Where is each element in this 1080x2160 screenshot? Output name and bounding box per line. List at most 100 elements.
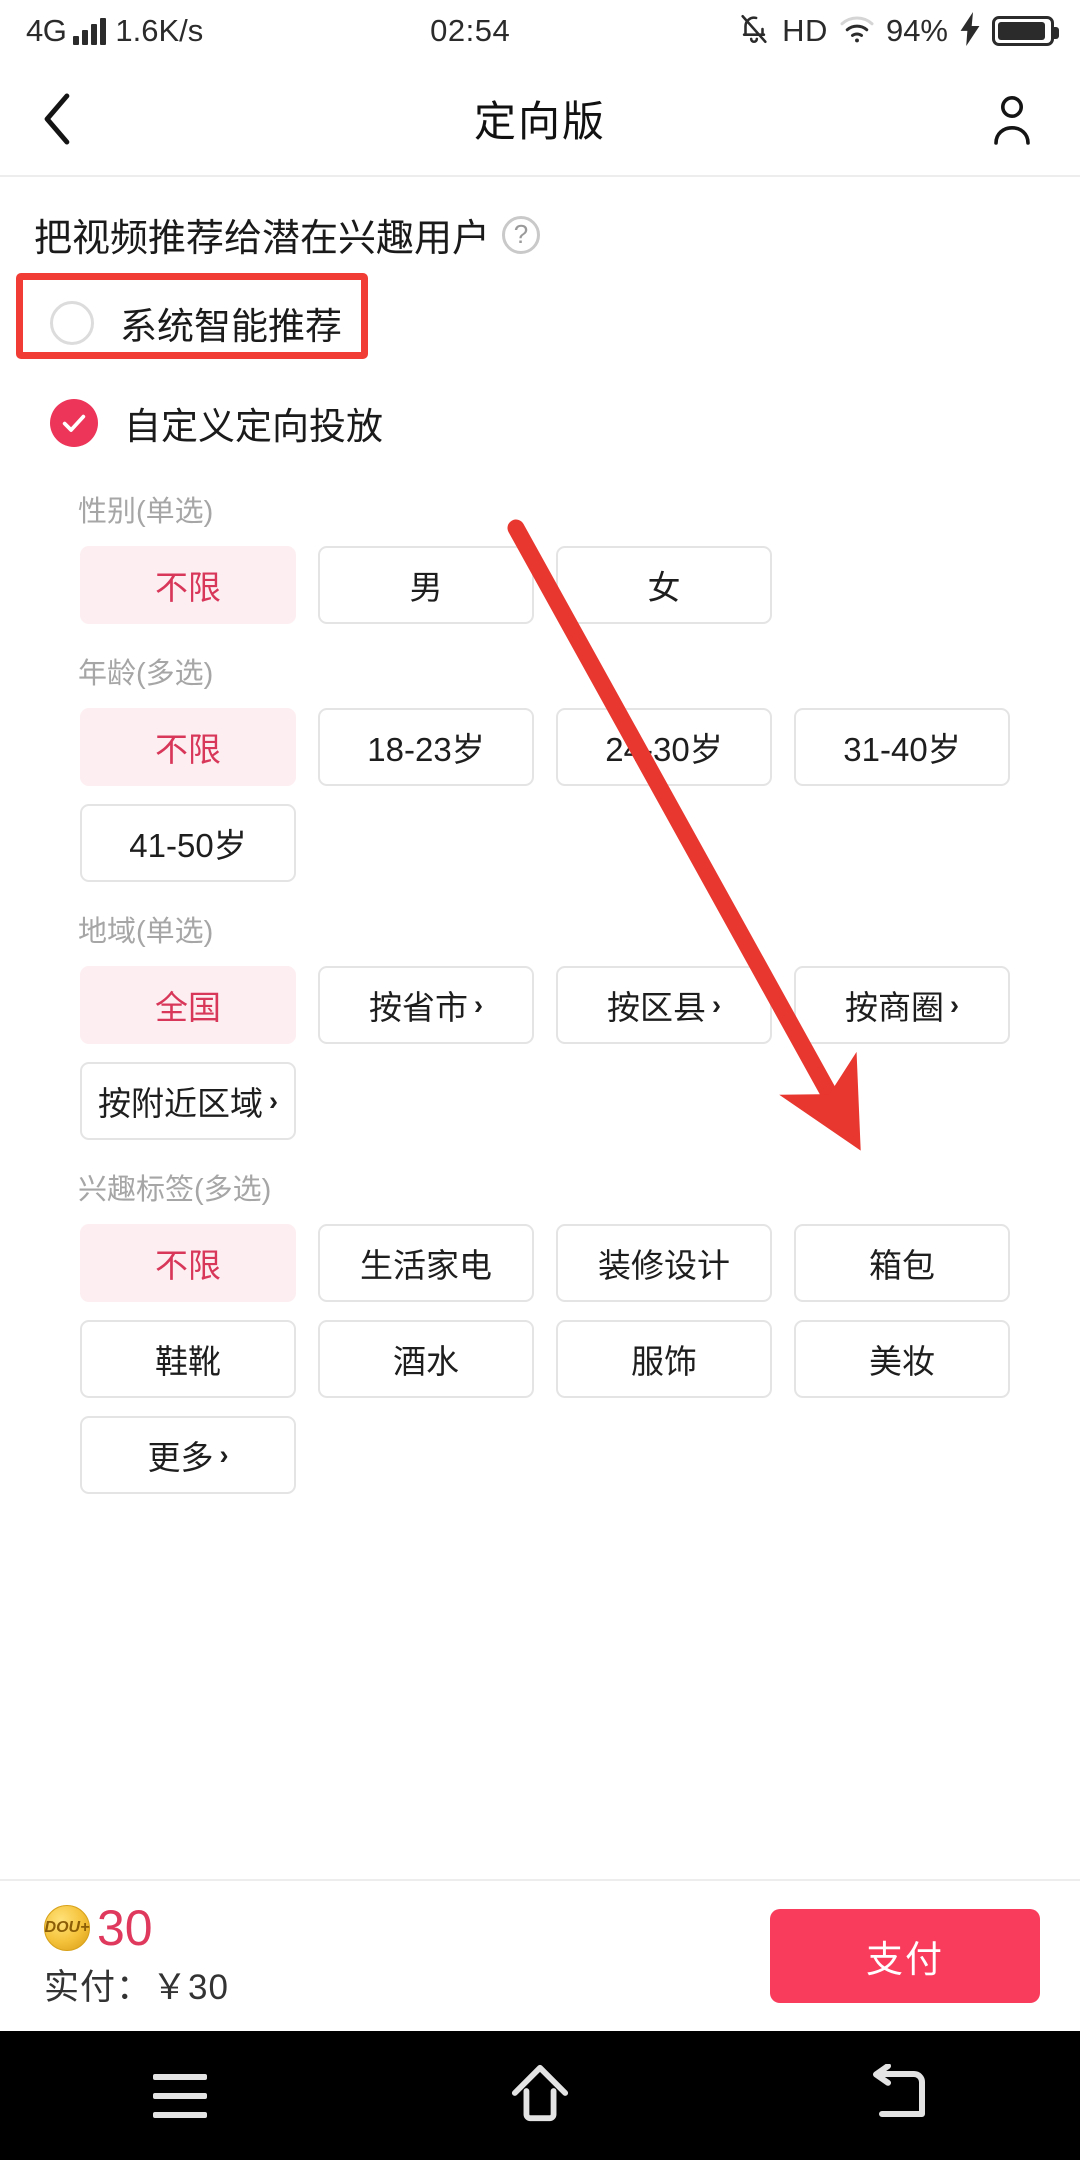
clock-label: 02:54 xyxy=(430,13,511,48)
status-bar: 4G 1.6K/s 02:54 HD 94% xyxy=(0,0,1080,62)
chip-list: 不限 生活家电 装修设计 箱包鞋靴 酒水 服饰 美妆更多 › xyxy=(0,1224,1080,1494)
option-chip[interactable]: 41-50岁 xyxy=(80,804,296,882)
home-button[interactable] xyxy=(465,2031,615,2160)
price-top-row: DOU+ 30 xyxy=(44,1903,229,1953)
option-chip[interactable]: 美妆 xyxy=(794,1320,1010,1398)
mode-option-custom[interactable]: 自定义定向投放 xyxy=(0,384,1080,462)
back-button-nav[interactable] xyxy=(825,2031,975,2160)
back-return-icon xyxy=(870,2063,930,2127)
app-header: 定向版 xyxy=(0,62,1080,175)
option-chip[interactable]: 女 xyxy=(556,546,772,624)
option-chip[interactable]: 按商圈 › xyxy=(794,966,1010,1044)
radio-unchecked-icon xyxy=(50,301,94,345)
android-navigation-bar xyxy=(0,2031,1080,2160)
option-chip[interactable]: 鞋靴 xyxy=(80,1320,296,1398)
account-button[interactable] xyxy=(984,91,1040,147)
group-title: 性别(单选) xyxy=(78,496,214,528)
page-title: 定向版 xyxy=(473,98,606,145)
option-chip-label: 服饰 xyxy=(631,1343,697,1380)
option-chip-label: 18-23岁 xyxy=(367,731,485,768)
network-speed-label: 1.6K/s xyxy=(115,13,204,48)
chevron-right-icon: › xyxy=(950,989,959,1020)
checkout-bar: DOU+ 30 实付：￥30 支付 xyxy=(0,1879,1080,2031)
mode-option-custom-label: 自定义定向投放 xyxy=(124,406,383,447)
dou-amount-label: 30 xyxy=(97,1899,153,1956)
option-chip-label: 生活家电 xyxy=(360,1247,492,1284)
targeting-group: 地域(单选) 全国 按省市 › 按区县 › 按商圈 › 按附近区域 › xyxy=(0,908,1080,1140)
signal-bars-icon xyxy=(73,17,107,45)
bell-off-icon xyxy=(737,12,771,51)
option-chip[interactable]: 按省市 › xyxy=(318,966,534,1044)
phone-screen: 4G 1.6K/s 02:54 HD 94% 定向版 把视频推荐给潜在兴趣用户 … xyxy=(0,0,1080,2160)
option-chip-label: 按商圈 xyxy=(845,989,944,1026)
chip-list: 不限 18-23岁 24-30岁 31-40岁 41-50岁 xyxy=(0,708,1080,882)
option-chip-label: 美妆 xyxy=(869,1343,935,1380)
option-chip-label: 不限 xyxy=(155,1247,221,1284)
recents-button[interactable] xyxy=(105,2031,255,2160)
price-block: DOU+ 30 实付：￥30 xyxy=(44,1903,229,2010)
option-chip-label: 按区县 xyxy=(607,989,706,1026)
battery-icon xyxy=(992,16,1059,46)
option-chip[interactable]: 按附近区域 › xyxy=(80,1062,296,1140)
option-chip-label: 31-40岁 xyxy=(843,731,961,768)
option-chip[interactable]: 生活家电 xyxy=(318,1224,534,1302)
form-subtitle: 把视频推荐给潜在兴趣用户 xyxy=(34,218,491,260)
group-title: 年龄(多选) xyxy=(78,658,214,690)
home-arrow-icon xyxy=(507,2062,573,2129)
option-chip[interactable]: 31-40岁 xyxy=(794,708,1010,786)
targeting-groups: 性别(单选) 不限 男 女年龄(多选) 不限 18-23岁 24-30岁 31-40岁 41-5… xyxy=(0,488,1080,1494)
menu-icon xyxy=(153,2073,207,2118)
group-title: 地域(单选) xyxy=(78,916,214,948)
option-chip-label: 酒水 xyxy=(393,1343,459,1380)
option-chip-label: 更多 xyxy=(147,1439,214,1476)
option-chip[interactable]: 箱包 xyxy=(794,1224,1010,1302)
option-chip-label: 装修设计 xyxy=(598,1247,730,1284)
option-chip[interactable]: 18-23岁 xyxy=(318,708,534,786)
mode-option-system-label: 系统智能推荐 xyxy=(120,306,342,347)
targeting-group: 兴趣标签(多选) 不限 生活家电 装修设计 箱包鞋靴 酒水 服饰 美妆更多 › xyxy=(0,1166,1080,1494)
option-chip[interactable]: 装修设计 xyxy=(556,1224,772,1302)
option-chip[interactable]: 不限 xyxy=(80,546,296,624)
chevron-right-icon: › xyxy=(219,1439,229,1470)
targeting-form: 把视频推荐给潜在兴趣用户 ? 系统智能推荐 自定义定向投放 性别(单选) 不限 男 女… xyxy=(0,177,1080,1879)
option-chip-label: 按附近区域 xyxy=(98,1085,263,1122)
option-chip[interactable]: 男 xyxy=(318,546,534,624)
option-chip[interactable]: 全国 xyxy=(80,966,296,1044)
status-left: 4G 1.6K/s xyxy=(26,13,203,49)
chip-list: 全国 按省市 › 按区县 › 按商圈 › 按附近区域 › xyxy=(0,966,1080,1140)
option-chip[interactable]: 服饰 xyxy=(556,1320,772,1398)
option-chip-label: 41-50岁 xyxy=(129,827,247,864)
option-chip-label: 按省市 xyxy=(369,989,468,1026)
back-button[interactable] xyxy=(40,91,96,147)
option-chip[interactable]: 酒水 xyxy=(318,1320,534,1398)
network-type-label: 4G xyxy=(26,13,67,48)
question-mark-icon[interactable]: ? xyxy=(502,215,541,254)
option-chip-label: 鞋靴 xyxy=(155,1343,221,1380)
pay-button[interactable]: 支付 xyxy=(770,1909,1040,2003)
chevron-right-icon: › xyxy=(269,1085,278,1116)
mode-option-system[interactable]: 系统智能推荐 xyxy=(0,284,1080,362)
radio-checked-icon xyxy=(50,399,98,447)
option-chip[interactable]: 不限 xyxy=(80,708,296,786)
targeting-group: 年龄(多选) 不限 18-23岁 24-30岁 31-40岁 41-50岁 xyxy=(0,650,1080,882)
paid-amount-label: 实付：￥30 xyxy=(44,1967,229,2007)
option-chip[interactable]: 更多 › xyxy=(80,1416,296,1494)
option-chip-label: 男 xyxy=(409,569,443,606)
status-right: HD 94% xyxy=(737,11,1059,51)
option-chip[interactable]: 按区县 › xyxy=(556,966,772,1044)
option-chip-label: 不限 xyxy=(155,731,221,768)
battery-percent-label: 94% xyxy=(885,13,948,48)
option-chip[interactable]: 24-30岁 xyxy=(556,708,772,786)
group-title: 兴趣标签(多选) xyxy=(78,1174,272,1206)
chip-list: 不限 男 女 xyxy=(0,546,1080,624)
option-chip[interactable]: 不限 xyxy=(80,1224,296,1302)
option-chip-label: 全国 xyxy=(155,989,221,1026)
wifi-icon xyxy=(839,14,875,49)
targeting-group: 性别(单选) 不限 男 女 xyxy=(0,488,1080,624)
option-chip-label: 女 xyxy=(647,569,681,606)
hd-label: HD xyxy=(782,13,828,48)
form-subtitle-row: 把视频推荐给潜在兴趣用户 ? xyxy=(0,177,1080,262)
chevron-right-icon: › xyxy=(474,989,483,1020)
charging-bolt-icon xyxy=(959,11,981,51)
option-chip-label: 箱包 xyxy=(869,1247,935,1284)
